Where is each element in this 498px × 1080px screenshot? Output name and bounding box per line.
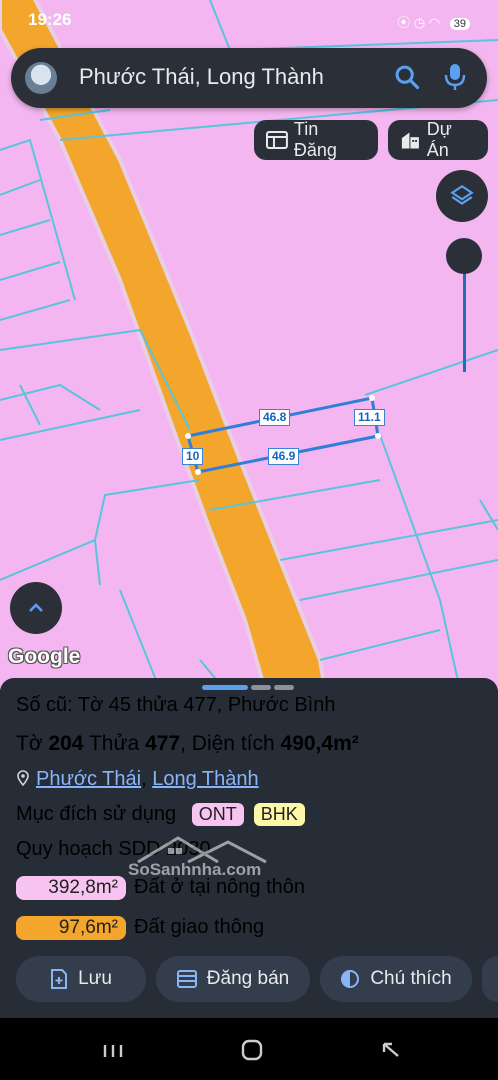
chevron-up-icon <box>29 603 43 612</box>
measure-left: 10 <box>182 448 204 465</box>
post-for-sale-button[interactable]: Đăng bán <box>156 956 310 1002</box>
project-chip[interactable]: Dự Án <box>388 119 488 160</box>
expand-button[interactable] <box>10 582 62 634</box>
listing-chip[interactable]: Tin Đăng <box>254 119 378 160</box>
save-button[interactable]: Lưu <box>16 956 146 1002</box>
legend-button[interactable]: Chú thích <box>320 956 472 1002</box>
pin-icon <box>17 770 29 787</box>
parcel-line: Tờ 204 Thửa 477, Diện tích 490,4m² <box>16 732 359 755</box>
search-bar[interactable]: Phước Thái, Long Thành <box>11 48 487 108</box>
zone-label: Đất ở tại nông thôn <box>134 876 306 898</box>
avatar[interactable] <box>25 62 57 94</box>
zone-area: 392,8m² <box>16 876 126 900</box>
old-parcel-text: Số cũ: Tờ 45 thửa 477, Phước Bình <box>16 694 336 716</box>
parcel-area: 490,4m² <box>280 732 359 755</box>
contrast-icon <box>341 970 360 988</box>
search-title[interactable]: Phước Thái, Long Thành <box>79 64 324 90</box>
status-time: 19:26 <box>28 10 72 29</box>
opacity-slider-handle[interactable] <box>446 238 482 274</box>
district-link[interactable]: Long Thành <box>152 768 258 790</box>
layers-button[interactable] <box>436 170 488 222</box>
opacity-slider-track[interactable] <box>463 272 466 372</box>
project-chip-label: Dự Án <box>426 119 452 160</box>
status-bar: 19:26 ⦿ ◷ ◠ 39 <box>0 0 498 40</box>
measure-top: 46.8 <box>259 409 291 426</box>
zone-area: 97,6m² <box>16 916 126 940</box>
wifi-icon: ◠ <box>428 15 441 30</box>
planning-label: Quy hoạch SDD 2030 <box>16 838 211 860</box>
home-icon[interactable] <box>240 1038 264 1062</box>
location-line: Phước Thái, Long Thành <box>16 768 259 791</box>
status-icons: ⦿ ◷ ◠ 39 <box>397 12 470 31</box>
measure-right: 11.1 <box>354 409 385 426</box>
zone-label: Đất giao thông <box>134 916 265 938</box>
sheet-handle-dot[interactable] <box>274 685 294 690</box>
sheet-handle-dot[interactable] <box>251 685 271 690</box>
more-actions-button[interactable] <box>482 956 498 1002</box>
location-icon: ⦿ <box>397 15 411 30</box>
layers-icon <box>450 184 474 205</box>
listing-icon <box>176 970 197 988</box>
alarm-icon: ◷ <box>413 15 426 30</box>
usage-line: Mục đích sử dụng ONT BHK <box>16 803 305 826</box>
zone-row: 392,8m² Đất ở tại nông thôn <box>16 876 305 900</box>
battery-indicator: 39 <box>449 18 470 30</box>
parcel-number: 477 <box>145 732 181 755</box>
search-icon[interactable] <box>393 63 421 91</box>
back-icon[interactable] <box>380 1040 402 1060</box>
google-attribution: Google <box>8 645 81 668</box>
sheet-number: 204 <box>48 732 84 755</box>
listing-chip-label: Tin Đăng <box>293 119 337 160</box>
zone-row: 97,6m² Đất giao thông <box>16 916 264 940</box>
save-icon <box>51 969 68 989</box>
usage-badge-bhk: BHK <box>253 803 305 826</box>
system-nav-bar <box>0 1018 498 1080</box>
usage-badge-ont: ONT <box>191 803 244 826</box>
ward-link[interactable]: Phước Thái <box>36 768 141 790</box>
microphone-icon[interactable] <box>443 62 467 92</box>
sheet-handle-active[interactable] <box>202 685 248 690</box>
measure-bottom: 46.9 <box>268 448 300 465</box>
listing-icon <box>266 131 288 149</box>
recent-apps-icon[interactable] <box>102 1042 124 1060</box>
building-icon <box>401 132 419 149</box>
